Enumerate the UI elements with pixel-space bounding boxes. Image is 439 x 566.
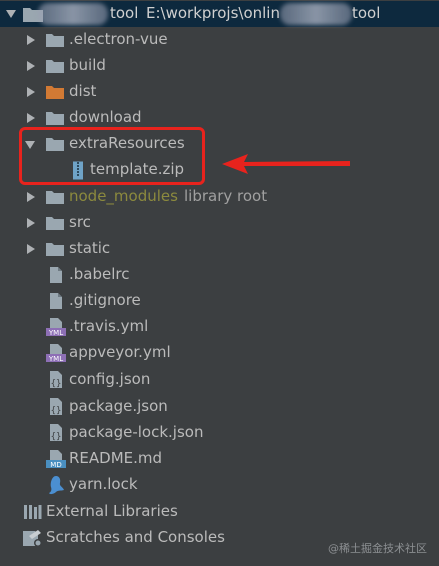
markdown-file-icon: MD xyxy=(45,449,67,469)
json-file-icon: {} xyxy=(46,423,66,443)
tree-item-electron-vue[interactable]: .electron-vue xyxy=(0,27,439,53)
tree-item-travis-yml[interactable]: YML .travis.yml xyxy=(0,314,439,340)
project-path-end: tool xyxy=(352,4,381,22)
tree-item-label: External Libraries xyxy=(46,502,178,520)
expand-arrow-icon[interactable] xyxy=(27,113,35,123)
tree-item-label: config.json xyxy=(69,370,151,388)
library-folder-icon xyxy=(45,188,65,206)
tree-item-label: .electron-vue xyxy=(69,30,168,48)
excluded-folder-icon xyxy=(45,83,65,101)
annotation-arrow-icon xyxy=(222,154,350,174)
tree-item-label: build xyxy=(69,56,106,74)
collapse-arrow-icon[interactable] xyxy=(6,10,16,18)
tree-item-label: download xyxy=(69,108,142,126)
tree-item-static[interactable]: static xyxy=(0,236,439,262)
tree-item-label: package-lock.json xyxy=(69,423,204,441)
expand-arrow-icon[interactable] xyxy=(27,218,35,228)
tree-item-external-libraries[interactable]: External Libraries xyxy=(0,499,439,525)
tree-root-row[interactable]: tool E:\workprojs\onlin tool xyxy=(0,1,439,27)
watermark: @稀土掘金技术社区 xyxy=(328,542,427,555)
tree-item-node-modules[interactable]: node_modules library root xyxy=(0,184,439,210)
folder-icon xyxy=(45,109,65,127)
expand-arrow-icon[interactable] xyxy=(27,87,35,97)
tree-item-label: src xyxy=(69,213,91,231)
tree-item-dist[interactable]: dist xyxy=(0,79,439,105)
expand-arrow-icon[interactable] xyxy=(27,61,35,71)
file-icon xyxy=(48,265,64,285)
folder-icon xyxy=(45,240,65,258)
expand-arrow-icon[interactable] xyxy=(27,35,35,45)
svg-text:{}: {} xyxy=(51,406,62,416)
tree-item-label: .gitignore xyxy=(69,291,141,309)
tree-item-babelrc[interactable]: .babelrc xyxy=(0,262,439,288)
tree-item-label: dist xyxy=(69,82,97,100)
tree-item-label: .babelrc xyxy=(69,265,130,283)
tree-item-package-json[interactable]: {} package.json xyxy=(0,394,439,420)
tree-item-label: package.json xyxy=(69,397,168,415)
tree-item-build[interactable]: build xyxy=(0,53,439,79)
folder-icon xyxy=(45,31,65,49)
tree-item-label: static xyxy=(69,239,111,257)
json-file-icon: {} xyxy=(46,397,66,417)
folder-icon xyxy=(45,214,65,232)
tree-item-config-json[interactable]: {} config.json xyxy=(0,367,439,393)
expand-arrow-icon[interactable] xyxy=(27,244,35,254)
folder-icon xyxy=(45,57,65,75)
tree-item-package-lock-json[interactable]: {} package-lock.json xyxy=(0,420,439,446)
annotation-highlight-box xyxy=(19,127,205,185)
tree-item-gitignore[interactable]: .gitignore xyxy=(0,288,439,314)
project-name-suffix: tool xyxy=(110,4,139,22)
tree-item-label: node_modules xyxy=(69,187,178,205)
scratches-icon xyxy=(20,528,44,548)
yarn-file-icon xyxy=(45,474,67,496)
libraries-icon xyxy=(22,503,44,521)
tree-item-label: .travis.yml xyxy=(69,317,149,335)
file-icon xyxy=(48,291,64,311)
tree-item-src[interactable]: src xyxy=(0,210,439,236)
svg-text:{}: {} xyxy=(51,432,62,442)
tree-item-readme-md[interactable]: MD README.md xyxy=(0,446,439,472)
redacted-path-segment xyxy=(280,3,352,25)
library-root-tag: library root xyxy=(184,187,268,205)
yml-file-icon: YML xyxy=(45,343,67,363)
project-path-start: E:\workprojs\onlin xyxy=(146,4,280,22)
tree-item-label: README.md xyxy=(69,449,163,467)
tree-item-appveyor-yml[interactable]: YML appveyor.yml xyxy=(0,340,439,366)
svg-text:{}: {} xyxy=(51,379,62,389)
redacted-project-name xyxy=(38,3,108,25)
json-file-icon: {} xyxy=(46,370,66,390)
svg-text:YML: YML xyxy=(48,329,63,337)
tree-item-label: appveyor.yml xyxy=(69,343,171,361)
tree-item-label: yarn.lock xyxy=(69,475,138,493)
svg-text:MD: MD xyxy=(50,461,61,469)
tree-item-label: Scratches and Consoles xyxy=(46,528,225,546)
tree-item-yarn-lock[interactable]: yarn.lock xyxy=(0,472,439,498)
yml-file-icon: YML xyxy=(45,317,67,337)
svg-text:YML: YML xyxy=(48,355,63,363)
expand-arrow-icon[interactable] xyxy=(27,192,35,202)
project-tree-panel: tool E:\workprojs\onlin tool .electron-v… xyxy=(0,0,439,566)
